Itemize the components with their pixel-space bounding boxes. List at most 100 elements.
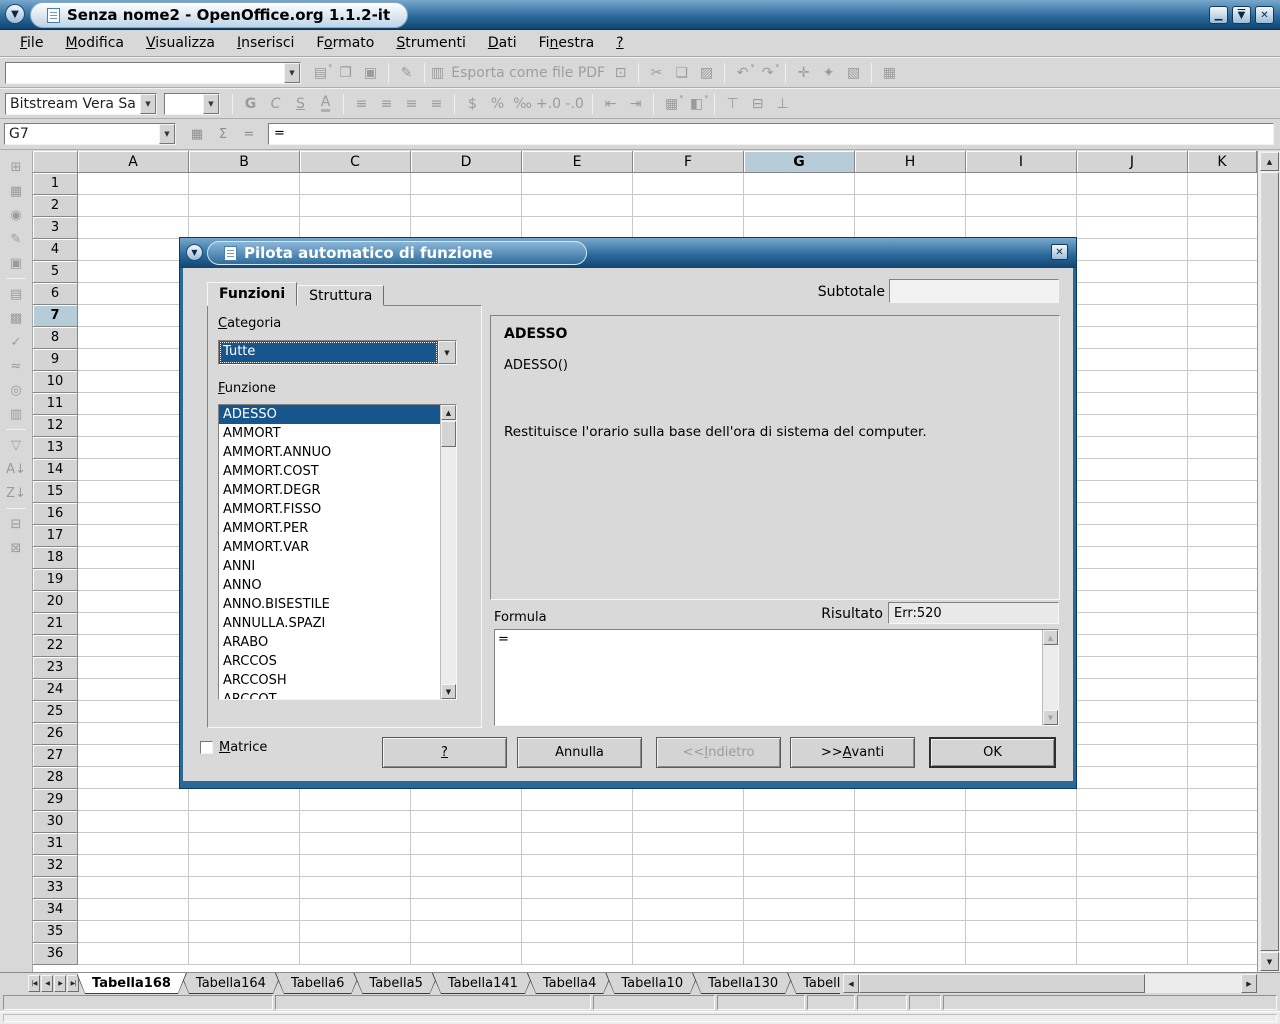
navigator-icon[interactable]: ✛: [792, 61, 815, 84]
horizontal-scrollbar-thumb[interactable]: [859, 974, 1145, 993]
insert-sheet-icon[interactable]: ▤: [4, 282, 28, 306]
cell-reference-value[interactable]: G7: [5, 124, 159, 144]
row-header-19[interactable]: 19: [33, 569, 78, 591]
maximize-icon[interactable]: ▼: [1232, 6, 1251, 24]
cell-reference-box[interactable]: G7 ▼: [4, 123, 176, 145]
row-header-20[interactable]: 20: [33, 591, 78, 613]
align-bottom-icon[interactable]: ⊥: [771, 92, 794, 115]
row-header-33[interactable]: 33: [33, 877, 78, 899]
sheet-tab-tabella6[interactable]: Tabella6: [275, 973, 360, 994]
scroll-down-icon[interactable]: ▼: [441, 684, 456, 699]
sort-descending-icon[interactable]: Z↓: [4, 481, 28, 505]
function-list-item[interactable]: AMMORT.VAR: [219, 538, 440, 557]
function-equals-icon[interactable]: =: [238, 124, 260, 145]
redo-icon[interactable]: ↷▾: [756, 61, 779, 84]
dropdown-icon[interactable]: ▼: [203, 94, 219, 114]
function-list-item[interactable]: ADESSO: [219, 405, 440, 424]
dropdown-icon[interactable]: ▼: [284, 63, 300, 83]
vertical-scrollbar[interactable]: ▲ ▼: [1257, 151, 1280, 972]
cut-icon[interactable]: ✂: [645, 61, 668, 84]
url-combo-value[interactable]: [6, 63, 284, 83]
back-button[interactable]: << Indietro: [656, 737, 781, 768]
scroll-right-icon[interactable]: ▶: [1241, 974, 1257, 993]
gallery-icon[interactable]: ▦: [878, 61, 901, 84]
row-header-11[interactable]: 11: [33, 393, 78, 415]
function-list-item[interactable]: ANNULLA.SPAZI: [219, 614, 440, 633]
scroll-up-icon[interactable]: ▲: [1260, 152, 1279, 171]
dropdown-icon[interactable]: ▼: [438, 341, 456, 364]
borders-icon[interactable]: ▦▾: [660, 92, 683, 115]
row-header-25[interactable]: 25: [33, 701, 78, 723]
row-header-36[interactable]: 36: [33, 943, 78, 965]
row-header-31[interactable]: 31: [33, 833, 78, 855]
function-autopilot-icon[interactable]: ▦: [186, 124, 208, 145]
row-header-2[interactable]: 2: [33, 195, 78, 217]
column-header-e[interactable]: E: [522, 151, 633, 173]
column-header-i[interactable]: I: [966, 151, 1077, 173]
menu-formato[interactable]: Formato: [305, 32, 385, 54]
print-icon[interactable]: ⊡: [609, 61, 632, 84]
column-header-c[interactable]: C: [300, 151, 411, 173]
insert-cells-icon[interactable]: ▦: [4, 179, 28, 203]
menu-visualizza[interactable]: Visualizza: [135, 32, 226, 54]
sheet-tab-tabella164[interactable]: Tabella164: [180, 973, 282, 994]
new-document-icon[interactable]: ▤▾: [309, 61, 332, 84]
choose-themes-icon[interactable]: ▩: [4, 306, 28, 330]
row-header-21[interactable]: 21: [33, 613, 78, 635]
save-icon[interactable]: ▣: [359, 61, 382, 84]
menu-file[interactable]: File: [9, 32, 54, 54]
ungroup-icon[interactable]: ⊠: [4, 536, 28, 560]
column-header-f[interactable]: F: [633, 151, 744, 173]
autofilter-icon[interactable]: ▽: [4, 433, 28, 457]
export-pdf-icon[interactable]: ▥Esporta come file PDF: [431, 61, 607, 84]
scrollbar-thumb[interactable]: [441, 421, 456, 447]
horizontal-scrollbar-track[interactable]: [1145, 974, 1241, 993]
menu-help[interactable]: ?: [605, 32, 634, 54]
dropdown-icon[interactable]: ▼: [140, 94, 156, 114]
url-combo[interactable]: ▼: [5, 62, 301, 84]
formula-edit-box[interactable]: = ▲ ▼: [494, 629, 1059, 726]
row-header-5[interactable]: 5: [33, 261, 78, 283]
row-header-14[interactable]: 14: [33, 459, 78, 481]
function-list-item[interactable]: ARCCOSH: [219, 671, 440, 690]
bold-icon[interactable]: G: [239, 92, 262, 115]
sort-ascending-icon[interactable]: A↓: [4, 457, 28, 481]
undo-icon[interactable]: ↶▾: [731, 61, 754, 84]
sum-icon[interactable]: Σ: [212, 124, 234, 145]
nonprinting-characters-icon[interactable]: ✦: [817, 61, 840, 84]
currency-format-icon[interactable]: $: [461, 92, 484, 115]
function-list-item[interactable]: AMMORT.FISSO: [219, 500, 440, 519]
row-header-13[interactable]: 13: [33, 437, 78, 459]
row-header-17[interactable]: 17: [33, 525, 78, 547]
italic-icon[interactable]: C: [264, 92, 287, 115]
row-header-15[interactable]: 15: [33, 481, 78, 503]
first-sheet-icon[interactable]: |◀: [28, 975, 40, 992]
background-color-icon[interactable]: ◧▾: [685, 92, 708, 115]
help-button[interactable]: ?: [382, 737, 507, 768]
decrease-indent-icon[interactable]: ⇤: [599, 92, 622, 115]
sheet-tab-tabella141[interactable]: Tabella141: [432, 973, 534, 994]
cancel-button[interactable]: Annulla: [517, 737, 642, 768]
add-decimal-icon[interactable]: +.0: [536, 92, 561, 115]
dropdown-icon[interactable]: ▼: [159, 124, 175, 144]
insert-icon[interactable]: ⊞: [4, 155, 28, 179]
font-color-icon[interactable]: A: [314, 92, 337, 115]
formula-text[interactable]: =: [498, 632, 509, 647]
function-list-item[interactable]: ARABO: [219, 633, 440, 652]
window-menu-icon[interactable]: ▼: [5, 4, 25, 24]
increase-indent-icon[interactable]: ⇥: [624, 92, 647, 115]
row-header-3[interactable]: 3: [33, 217, 78, 239]
sheet-tab-tabella1[interactable]: Tabella1: [787, 973, 840, 994]
row-header-30[interactable]: 30: [33, 811, 78, 833]
function-list-item[interactable]: ANNO.BISESTILE: [219, 595, 440, 614]
tab-struttura[interactable]: Struttura: [297, 285, 384, 306]
function-list-item[interactable]: ARCCOT: [219, 690, 440, 700]
align-justify-icon[interactable]: ≡: [425, 92, 448, 115]
sheet-tab-tabella168[interactable]: Tabella168: [77, 973, 187, 994]
scroll-up-icon[interactable]: ▲: [441, 405, 456, 420]
sheet-tab-tabella5[interactable]: Tabella5: [353, 973, 438, 994]
close-icon[interactable]: ✕: [1255, 6, 1274, 24]
datasources-icon[interactable]: ▥: [4, 402, 28, 426]
delete-decimal-icon[interactable]: -.0: [563, 92, 586, 115]
row-header-22[interactable]: 22: [33, 635, 78, 657]
